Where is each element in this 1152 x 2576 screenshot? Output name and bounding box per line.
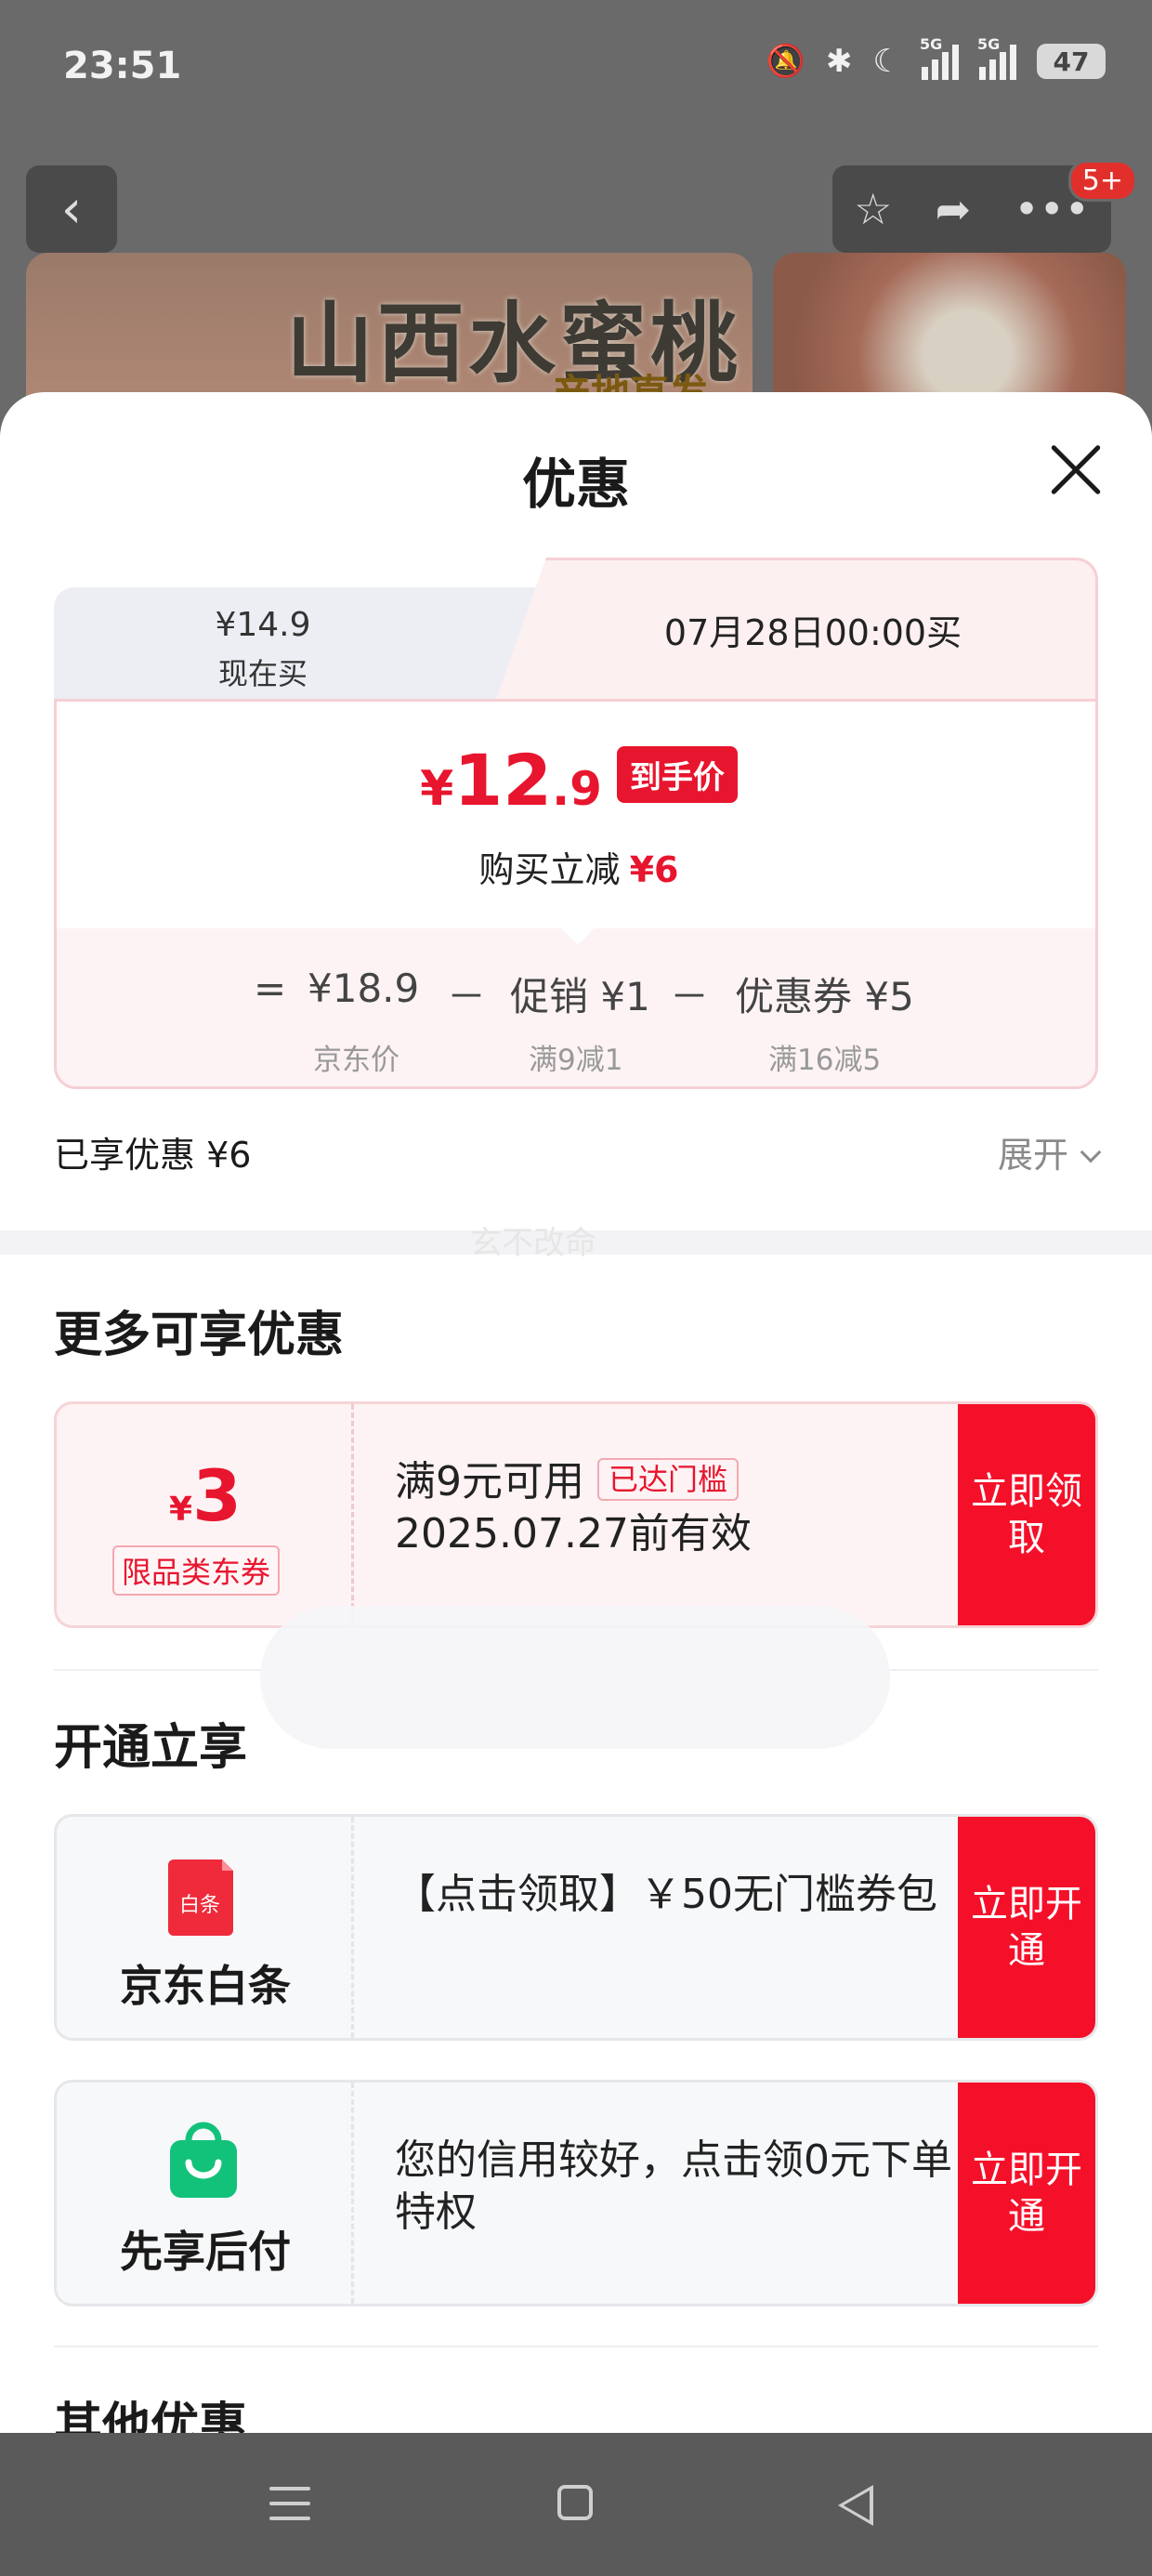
watermark: 玄不改命 [470, 1225, 596, 1262]
baitiao-card: 白条 京东白条 【点击领取】￥50无门槛券包 立即开通 [54, 1814, 1098, 2041]
pay-later-brand: 先享后付 [57, 2083, 354, 2304]
minus-sign: － [447, 974, 487, 1019]
coupon-card: ¥3 限品类东券 满9元可用 已达门槛 2025.07.27前有效 立即领取 [54, 1401, 1098, 1628]
chevron-left-icon: ‹ [60, 178, 83, 240]
price-card: ¥14.9 现在买 07月28日00:00买 ¥12.9 到手价 购买立减 ¥6 =… [54, 558, 1098, 1089]
open-service-title: 开通立享 [54, 1720, 248, 1776]
claim-coupon-button[interactable]: 立即领取 [958, 1404, 1095, 1625]
tab-now-label: 现在买 [217, 656, 308, 691]
shopping-bag-icon [170, 2122, 237, 2198]
threshold-reached-tag: 已达门槛 [597, 1458, 740, 1501]
expand-label: 展开 [997, 1135, 1068, 1176]
coupon-validity: 2025.07.27前有效 [395, 1510, 752, 1557]
tab-now-price: ¥14.9 [215, 606, 311, 644]
minus-sign: － [670, 974, 710, 1019]
share-icon[interactable]: ➦ [936, 184, 972, 234]
promo-label: 满9减1 [529, 1044, 623, 1077]
tab-buy-now[interactable]: ¥14.9 现在买 [54, 587, 556, 708]
jd-price-label: 京东价 [313, 1044, 399, 1077]
signal-icon: 5G [920, 35, 959, 80]
status-icons: 🔕 ✱ ☾ 5G 5G 47 [766, 35, 1106, 80]
equals-sign: = [254, 966, 287, 1011]
breakdown-notch [560, 910, 596, 945]
final-price-currency: ¥ [420, 761, 454, 817]
sheet-title: 优惠 [521, 453, 630, 516]
pay-later-name: 先享后付 [120, 2227, 291, 2277]
baitiao-logo-icon: 白条 [168, 1860, 233, 1936]
baitiao-description: 【点击领取】￥50无门槛券包 [395, 1871, 937, 1918]
moon-icon: ☾ [872, 43, 901, 80]
tab-later-label: 07月28日00:00买 [663, 612, 962, 653]
jd-price: ¥18.9 [308, 966, 420, 1011]
pay-later-description: 您的信用较好，点击领0元下单特权 [395, 2136, 952, 2236]
back-triangle-icon[interactable] [838, 2485, 873, 2526]
coupon-category: 限品类东券 [112, 1545, 281, 1596]
coupon-value: ¥3 限品类东券 [57, 1404, 354, 1625]
final-price-decimal: .9 [552, 762, 602, 816]
back-button[interactable]: ‹ [26, 165, 117, 253]
baitiao-brand: 白条 京东白条 [57, 1817, 354, 2038]
svg-text:白条: 白条 [179, 1894, 220, 1917]
other-discounts-title: 其他优惠 [54, 2399, 248, 2433]
saving-line: 购买立减 ¥6 [57, 841, 1095, 892]
pay-later-card: 先享后付 您的信用较好，点击领0元下单特权 立即开通 [54, 2080, 1098, 2307]
saving-label: 购买立减 [478, 849, 621, 890]
mute-icon: 🔕 [766, 43, 806, 80]
signal-icon: 5G [977, 35, 1016, 80]
home-icon[interactable] [557, 2485, 593, 2520]
baitiao-name: 京东白条 [120, 1961, 291, 2011]
battery-icon: 47 [1037, 44, 1106, 79]
more-discounts-title: 更多可享优惠 [54, 1308, 345, 1363]
saving-amount: ¥6 [629, 849, 679, 890]
coupon-condition: 满9元可用 [395, 1458, 584, 1505]
star-icon[interactable]: ☆ [854, 184, 892, 234]
coupon-label: 满16减5 [768, 1044, 882, 1077]
discount-sheet: 优惠 ¥14.9 现在买 07月28日00:00买 ¥12.9 到手价 购买立减 ¥… [0, 392, 1152, 2433]
coupon-details: 满9元可用 已达门槛 2025.07.27前有效 [395, 1456, 952, 1560]
bluetooth-icon: ✱ [826, 43, 853, 80]
coupon-amount: 优惠券 ¥5 [735, 974, 914, 1019]
final-price-tag: 到手价 [616, 746, 738, 803]
system-navigation-bar [0, 2433, 1152, 2576]
price-card-body: ¥12.9 到手价 购买立减 ¥6 = ¥18.9 － 促销 ¥1 － 优惠券 ¥5… [54, 699, 1098, 1089]
toast-overlay [260, 1606, 890, 1749]
divider [54, 2346, 1098, 2347]
status-time: 23:51 [63, 45, 182, 87]
final-price: ¥12.9 到手价 [57, 739, 1095, 821]
close-icon[interactable] [1048, 442, 1104, 498]
status-bar: 23:51 🔕 ✱ ☾ 5G 5G 47 [0, 0, 1152, 139]
expand-button[interactable]: 展开 [997, 1126, 1102, 1177]
menu-icon[interactable] [269, 2487, 310, 2531]
chevron-down-icon [1080, 1141, 1102, 1163]
enjoyed-discount: 已享优惠 ¥6 [54, 1135, 252, 1176]
price-breakdown: = ¥18.9 － 促销 ¥1 － 优惠券 ¥5 京东价 满9减1 满16减5 [57, 910, 1095, 1086]
message-badge: 5+ [1067, 160, 1137, 202]
promo-amount: 促销 ¥1 [510, 974, 650, 1019]
coupon-number: 3 [192, 1454, 242, 1537]
open-baitiao-button[interactable]: 立即开通 [958, 1817, 1095, 2038]
coupon-currency: ¥ [169, 1491, 193, 1529]
open-pay-later-button[interactable]: 立即开通 [958, 2083, 1095, 2304]
final-price-integer: 12 [453, 739, 553, 821]
coupon-amount: ¥3 [57, 1454, 354, 1537]
